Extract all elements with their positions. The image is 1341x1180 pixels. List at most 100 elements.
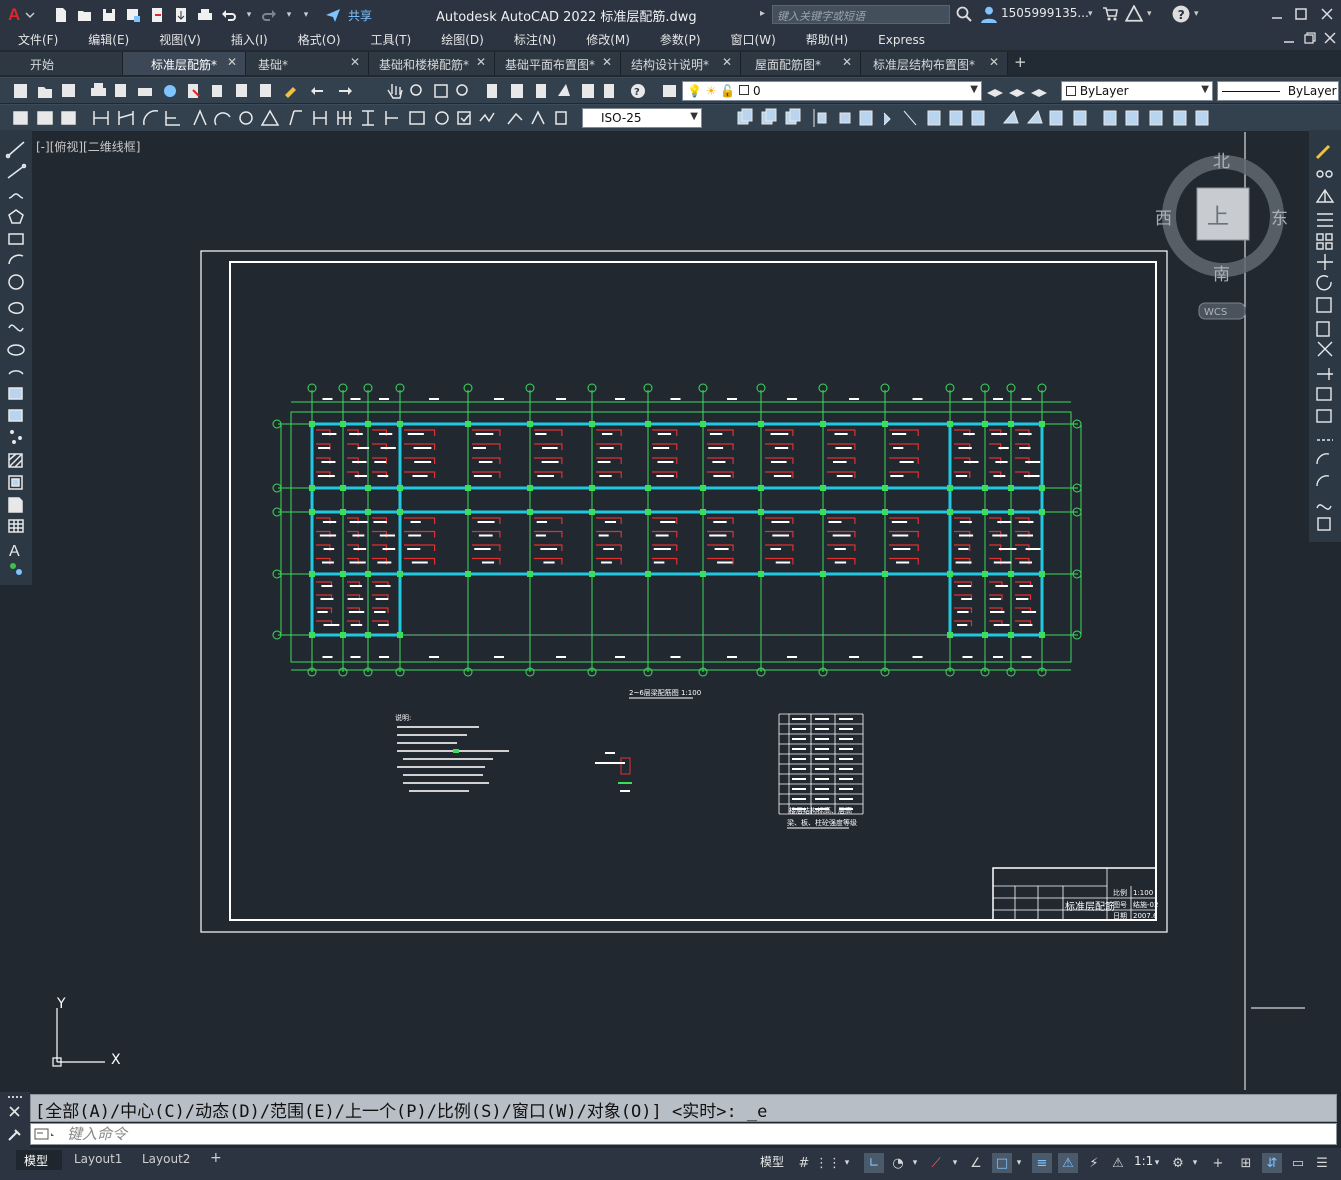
- menu-help[interactable]: 帮助(H): [788, 31, 860, 48]
- viewcube-top-face[interactable]: 上: [1207, 205, 1229, 230]
- model-space-toggle[interactable]: 模型: [760, 1153, 784, 1170]
- menu-tools[interactable]: 工具(T): [353, 31, 424, 48]
- tab-start[interactable]: 开始: [0, 52, 123, 75]
- close-window-button[interactable]: [1316, 4, 1338, 24]
- menu-file[interactable]: 文件(F): [0, 31, 70, 48]
- share-icon[interactable]: [324, 6, 342, 24]
- menu-window[interactable]: 窗口(W): [713, 31, 788, 48]
- workspace-dropdown-icon[interactable]: ▾: [1190, 1153, 1200, 1173]
- tab-standard-floor-rebar[interactable]: 标准层配筋* ✕: [123, 52, 246, 75]
- add-layout-button[interactable]: +: [202, 1150, 222, 1170]
- close-icon[interactable]: ✕: [989, 55, 999, 69]
- tab-structure-notes[interactable]: 结构设计说明* ✕: [621, 52, 741, 75]
- connect-dropdown-icon[interactable]: ▾: [1147, 9, 1152, 19]
- app-menu-button[interactable]: A: [6, 4, 36, 27]
- save-as-icon[interactable]: [124, 6, 142, 24]
- viewcube[interactable]: 上 北 南 东 西 WCS: [1155, 152, 1288, 320]
- command-input[interactable]: [67, 1125, 1267, 1143]
- redo-dropdown-icon[interactable]: ▾: [284, 6, 294, 24]
- close-icon[interactable]: ✕: [350, 55, 360, 69]
- help-icon[interactable]: ?: [1172, 5, 1190, 26]
- open-folder-icon[interactable]: [76, 6, 94, 24]
- user-name[interactable]: 1505999135...: [1001, 6, 1089, 20]
- autodesk-connect-icon[interactable]: [1124, 4, 1144, 26]
- grid-icon[interactable]: #: [794, 1153, 814, 1173]
- viewcube-west[interactable]: 西: [1155, 209, 1172, 229]
- title-expand-icon[interactable]: ▸: [760, 8, 765, 19]
- viewcube-south[interactable]: 南: [1213, 265, 1230, 285]
- wcs-button[interactable]: WCS: [1204, 307, 1227, 318]
- osnap-dropdown-icon[interactable]: ▾: [1014, 1153, 1024, 1173]
- auto-scale-icon[interactable]: ⚡: [1084, 1153, 1104, 1173]
- save-icon[interactable]: [100, 6, 118, 24]
- isodraft-icon[interactable]: ⟋: [926, 1153, 946, 1173]
- doc-restore-button[interactable]: [1304, 32, 1316, 47]
- menu-insert[interactable]: 插入(I): [213, 31, 280, 48]
- layout-tab-layout2[interactable]: Layout2: [134, 1150, 196, 1170]
- dimstyle-dropdown[interactable]: ISO-25 ▼: [582, 108, 702, 128]
- layout-tab-layout1[interactable]: Layout1: [66, 1150, 128, 1170]
- plot-icon[interactable]: [196, 6, 214, 24]
- menu-modify[interactable]: 修改(M): [568, 31, 642, 48]
- menu-format[interactable]: 格式(O): [280, 31, 353, 48]
- clean-screen-icon[interactable]: ▭: [1288, 1153, 1308, 1173]
- color-dropdown[interactable]: ByLayer ▼: [1061, 81, 1213, 101]
- polar-dropdown-icon[interactable]: ▾: [910, 1153, 920, 1173]
- snap-icon[interactable]: ⋮⋮: [815, 1153, 841, 1173]
- minimize-button[interactable]: [1266, 4, 1288, 24]
- menu-edit[interactable]: 编辑(E): [70, 31, 141, 48]
- cart-icon[interactable]: [1102, 6, 1118, 25]
- tab-foundation-stair-rebar[interactable]: 基础和楼梯配筋* ✕: [369, 52, 495, 75]
- search-icon[interactable]: [956, 6, 972, 25]
- annotation-scale-value[interactable]: 1:1: [1134, 1154, 1153, 1168]
- export-icon[interactable]: [148, 6, 166, 24]
- publish-icon[interactable]: [172, 6, 190, 24]
- tab-foundation[interactable]: 基础* ✕: [246, 52, 369, 75]
- close-icon[interactable]: ✕: [842, 55, 852, 69]
- menu-view[interactable]: 视图(V): [141, 31, 213, 48]
- customization-menu-icon[interactable]: ☰: [1312, 1153, 1332, 1173]
- layout-tab-model[interactable]: 模型: [16, 1150, 62, 1170]
- viewcube-east[interactable]: 东: [1271, 209, 1288, 229]
- user-icon[interactable]: [980, 5, 998, 26]
- isodraft-dropdown-icon[interactable]: ▾: [950, 1153, 960, 1173]
- share-button-label[interactable]: 共享: [348, 6, 372, 24]
- annotation-monitor-icon[interactable]: +: [1208, 1153, 1228, 1173]
- doc-close-button[interactable]: [1324, 32, 1336, 47]
- object-snap-tracking-icon[interactable]: ∠: [966, 1153, 986, 1173]
- close-icon[interactable]: ✕: [227, 55, 237, 69]
- object-snap-icon[interactable]: □: [992, 1153, 1012, 1173]
- ortho-icon[interactable]: ∟: [864, 1153, 884, 1173]
- quick-properties-icon[interactable]: ⇵: [1262, 1153, 1282, 1173]
- close-icon[interactable]: ✕: [476, 55, 486, 69]
- snap-dropdown-icon[interactable]: ▾: [842, 1153, 852, 1173]
- drawing-canvas[interactable]: 2~6层梁配筋图 1:100 说明: 楼层结构标高、层高 梁、板、柱砼强度等级 …: [33, 132, 1305, 1090]
- redo-icon[interactable]: [260, 6, 278, 24]
- help-dropdown-icon[interactable]: ▾: [1194, 9, 1199, 19]
- new-file-icon[interactable]: [52, 6, 70, 24]
- undo-dropdown-icon[interactable]: ▾: [244, 6, 254, 24]
- tab-standard-floor-layout[interactable]: 标准层结构布置图* ✕: [861, 52, 1008, 75]
- workspace-gear-icon[interactable]: ⚙: [1168, 1153, 1188, 1173]
- linetype-dropdown[interactable]: ByLayer: [1217, 81, 1339, 101]
- new-tab-button[interactable]: +: [1008, 52, 1032, 75]
- undo-icon[interactable]: [220, 6, 238, 24]
- units-icon[interactable]: ⊞: [1236, 1153, 1256, 1173]
- command-prompt-icon[interactable]: [34, 1127, 56, 1144]
- tab-foundation-plan[interactable]: 基础平面布置图* ✕: [495, 52, 621, 75]
- search-input[interactable]: 键入关键字或短语: [772, 5, 950, 24]
- polar-tracking-icon[interactable]: ◔: [888, 1153, 908, 1173]
- user-dropdown-icon[interactable]: ▾: [1088, 9, 1093, 19]
- viewport-controls-label[interactable]: [-][俯视][二维线框]: [36, 138, 140, 155]
- menu-draw[interactable]: 绘图(D): [423, 31, 496, 48]
- annotation-visibility-icon[interactable]: ⚠: [1058, 1153, 1078, 1173]
- maximize-button[interactable]: [1290, 4, 1312, 24]
- close-icon[interactable]: ✕: [602, 55, 612, 69]
- annotation-scale-icon[interactable]: ⚠: [1108, 1153, 1128, 1173]
- close-icon[interactable]: ✕: [722, 55, 732, 69]
- layer-dropdown[interactable]: 💡 ☀ 🔓 0 ▼: [682, 81, 982, 101]
- menu-dimension[interactable]: 标注(N): [496, 31, 568, 48]
- doc-minimize-button[interactable]: [1283, 32, 1295, 47]
- menu-express[interactable]: Express: [860, 33, 937, 47]
- viewcube-north[interactable]: 北: [1213, 152, 1230, 172]
